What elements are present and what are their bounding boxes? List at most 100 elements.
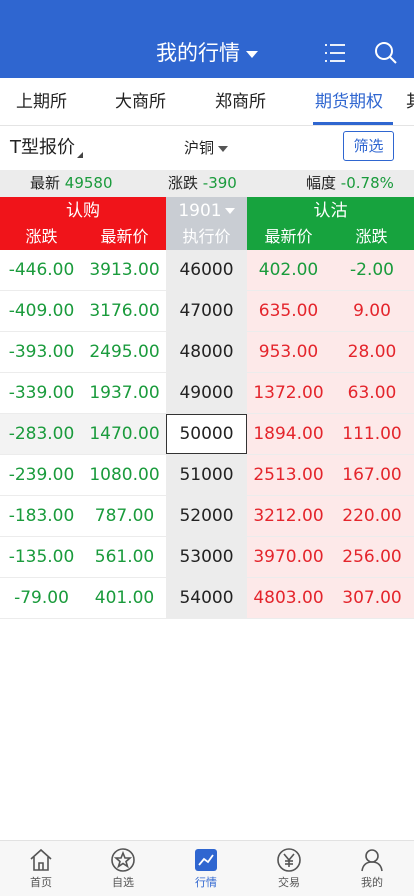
put-change-cell[interactable]: 111.00 <box>330 414 414 454</box>
tab-dce[interactable]: 大商所 <box>115 78 166 126</box>
table-row[interactable]: -135.00 561.00 53000 3970.00 256.00 <box>0 537 414 578</box>
call-change-cell[interactable]: -239.00 <box>0 455 83 495</box>
put-change-cell[interactable]: -2.00 <box>330 250 414 290</box>
strike-label: 执行价 <box>182 227 231 246</box>
call-last-cell[interactable]: 2495.00 <box>83 332 166 372</box>
put-last-cell[interactable]: 1372.00 <box>247 373 330 413</box>
call-change-cell[interactable]: -339.00 <box>0 373 83 413</box>
user-icon <box>361 849 383 872</box>
put-last-cell[interactable]: 2513.00 <box>247 455 330 495</box>
call-change-cell[interactable]: -446.00 <box>0 250 83 290</box>
table-row[interactable]: -283.00 1470.00 50000 1894.00 111.00 <box>0 414 414 455</box>
range-summary: 幅度 -0.78% <box>306 170 394 197</box>
strike-cell[interactable]: 53000 <box>166 537 247 577</box>
page-title: 我的行情 <box>156 41 240 65</box>
nav-profile[interactable]: 我的 <box>331 841 413 896</box>
yen-icon <box>277 848 301 872</box>
call-header: 认购 涨跌 最新价 <box>0 197 166 250</box>
call-change-header: 涨跌 <box>25 227 58 246</box>
put-last-cell[interactable]: 3970.00 <box>247 537 330 577</box>
range-label: 幅度 <box>306 174 337 192</box>
contract-label: 沪铜 <box>184 139 215 157</box>
strike-cell[interactable]: 54000 <box>166 578 247 618</box>
tab-shfe[interactable]: 上期所 <box>16 78 67 126</box>
call-last-cell[interactable]: 787.00 <box>83 496 166 536</box>
call-last-cell[interactable]: 1470.00 <box>83 414 166 454</box>
put-last-cell[interactable]: 953.00 <box>247 332 330 372</box>
chevron-down-icon <box>246 50 258 58</box>
put-change-header: 涨跌 <box>355 227 388 246</box>
table-row[interactable]: -393.00 2495.00 48000 953.00 28.00 <box>0 332 414 373</box>
quote-type-selector[interactable]: T型报价 <box>10 134 83 162</box>
call-change-cell[interactable]: -409.00 <box>0 291 83 331</box>
put-change-cell[interactable]: 307.00 <box>330 578 414 618</box>
app-header: 我的行情 <box>0 0 414 78</box>
app-root: 我的行情 上期所 大商所 郑商所 期货期权 其 T型报价 沪铜 筛 <box>0 0 414 896</box>
call-change-cell[interactable]: -183.00 <box>0 496 83 536</box>
active-tab-indicator <box>313 122 393 125</box>
tab-czce[interactable]: 郑商所 <box>215 78 266 126</box>
strike-cell[interactable]: 50000 <box>166 414 247 454</box>
nav-watchlist[interactable]: 自选 <box>82 841 164 896</box>
put-last-header: 最新价 <box>264 227 313 246</box>
call-last-cell[interactable]: 3913.00 <box>83 250 166 290</box>
strike-cell[interactable]: 49000 <box>166 373 247 413</box>
strike-cell[interactable]: 47000 <box>166 291 247 331</box>
page-title-dropdown[interactable]: 我的行情 <box>0 36 414 70</box>
table-row[interactable]: -183.00 787.00 52000 3212.00 220.00 <box>0 496 414 537</box>
put-last-cell[interactable]: 4803.00 <box>247 578 330 618</box>
put-last-cell[interactable]: 1894.00 <box>247 414 330 454</box>
put-change-cell[interactable]: 256.00 <box>330 537 414 577</box>
call-last-cell[interactable]: 1080.00 <box>83 455 166 495</box>
chevron-down-icon <box>224 208 235 214</box>
last-label: 最新 <box>30 174 61 192</box>
strike-cell[interactable]: 52000 <box>166 496 247 536</box>
strike-cell[interactable]: 51000 <box>166 455 247 495</box>
t-quote-table: -446.00 3913.00 46000 402.00 -2.00 -409.00 317… <box>0 250 414 619</box>
put-change-cell[interactable]: 167.00 <box>330 455 414 495</box>
nav-market-label: 行情 <box>195 876 217 889</box>
call-change-cell[interactable]: -79.00 <box>0 578 83 618</box>
tab-futures-options[interactable]: 期货期权 <box>315 78 383 126</box>
change-summary: 涨跌 -390 <box>168 170 237 197</box>
table-row[interactable]: -339.00 1937.00 49000 1372.00 63.00 <box>0 373 414 414</box>
call-last-cell[interactable]: 561.00 <box>83 537 166 577</box>
chart-icon <box>195 849 217 871</box>
call-last-cell[interactable]: 1937.00 <box>83 373 166 413</box>
list-menu-icon[interactable] <box>322 40 348 66</box>
month-selector[interactable]: 1901 <box>166 198 247 224</box>
put-change-cell[interactable]: 63.00 <box>330 373 414 413</box>
call-change-cell[interactable]: -393.00 <box>0 332 83 372</box>
put-change-cell[interactable]: 9.00 <box>330 291 414 331</box>
underlying-summary: 最新 49580 涨跌 -390 幅度 -0.78% <box>0 170 414 197</box>
put-last-cell[interactable]: 635.00 <box>247 291 330 331</box>
call-change-cell[interactable]: -283.00 <box>0 414 83 454</box>
nav-profile-label: 我的 <box>361 876 383 889</box>
call-last-cell[interactable]: 401.00 <box>83 578 166 618</box>
table-row[interactable]: -409.00 3176.00 47000 635.00 9.00 <box>0 291 414 332</box>
home-icon <box>30 848 52 871</box>
table-row[interactable]: -79.00 401.00 54000 4803.00 307.00 <box>0 578 414 619</box>
search-icon[interactable] <box>373 40 399 66</box>
call-title: 认购 <box>66 201 100 221</box>
nav-trade[interactable]: 交易 <box>248 841 330 896</box>
call-last-cell[interactable]: 3176.00 <box>83 291 166 331</box>
table-row[interactable]: -446.00 3913.00 46000 402.00 -2.00 <box>0 250 414 291</box>
contract-selector[interactable]: 沪铜 <box>184 136 229 160</box>
put-change-cell[interactable]: 28.00 <box>330 332 414 372</box>
call-change-cell[interactable]: -135.00 <box>0 537 83 577</box>
strike-cell[interactable]: 48000 <box>166 332 247 372</box>
put-last-cell[interactable]: 3212.00 <box>247 496 330 536</box>
strike-cell[interactable]: 46000 <box>166 250 247 290</box>
put-last-cell[interactable]: 402.00 <box>247 250 330 290</box>
last-price-summary: 最新 49580 <box>30 170 113 197</box>
put-change-cell[interactable]: 220.00 <box>330 496 414 536</box>
filter-button[interactable]: 筛选 <box>343 131 394 161</box>
tab-overflow-partial[interactable]: 其 <box>406 78 414 126</box>
nav-market[interactable]: 行情 <box>165 841 247 896</box>
table-row[interactable]: -239.00 1080.00 51000 2513.00 167.00 <box>0 455 414 496</box>
bottom-nav: 首页 自选 行情 交易 我的 <box>0 840 414 896</box>
change-label: 涨跌 <box>168 174 199 192</box>
strike-header: 1901 执行价 <box>166 197 247 250</box>
nav-home[interactable]: 首页 <box>0 841 82 896</box>
